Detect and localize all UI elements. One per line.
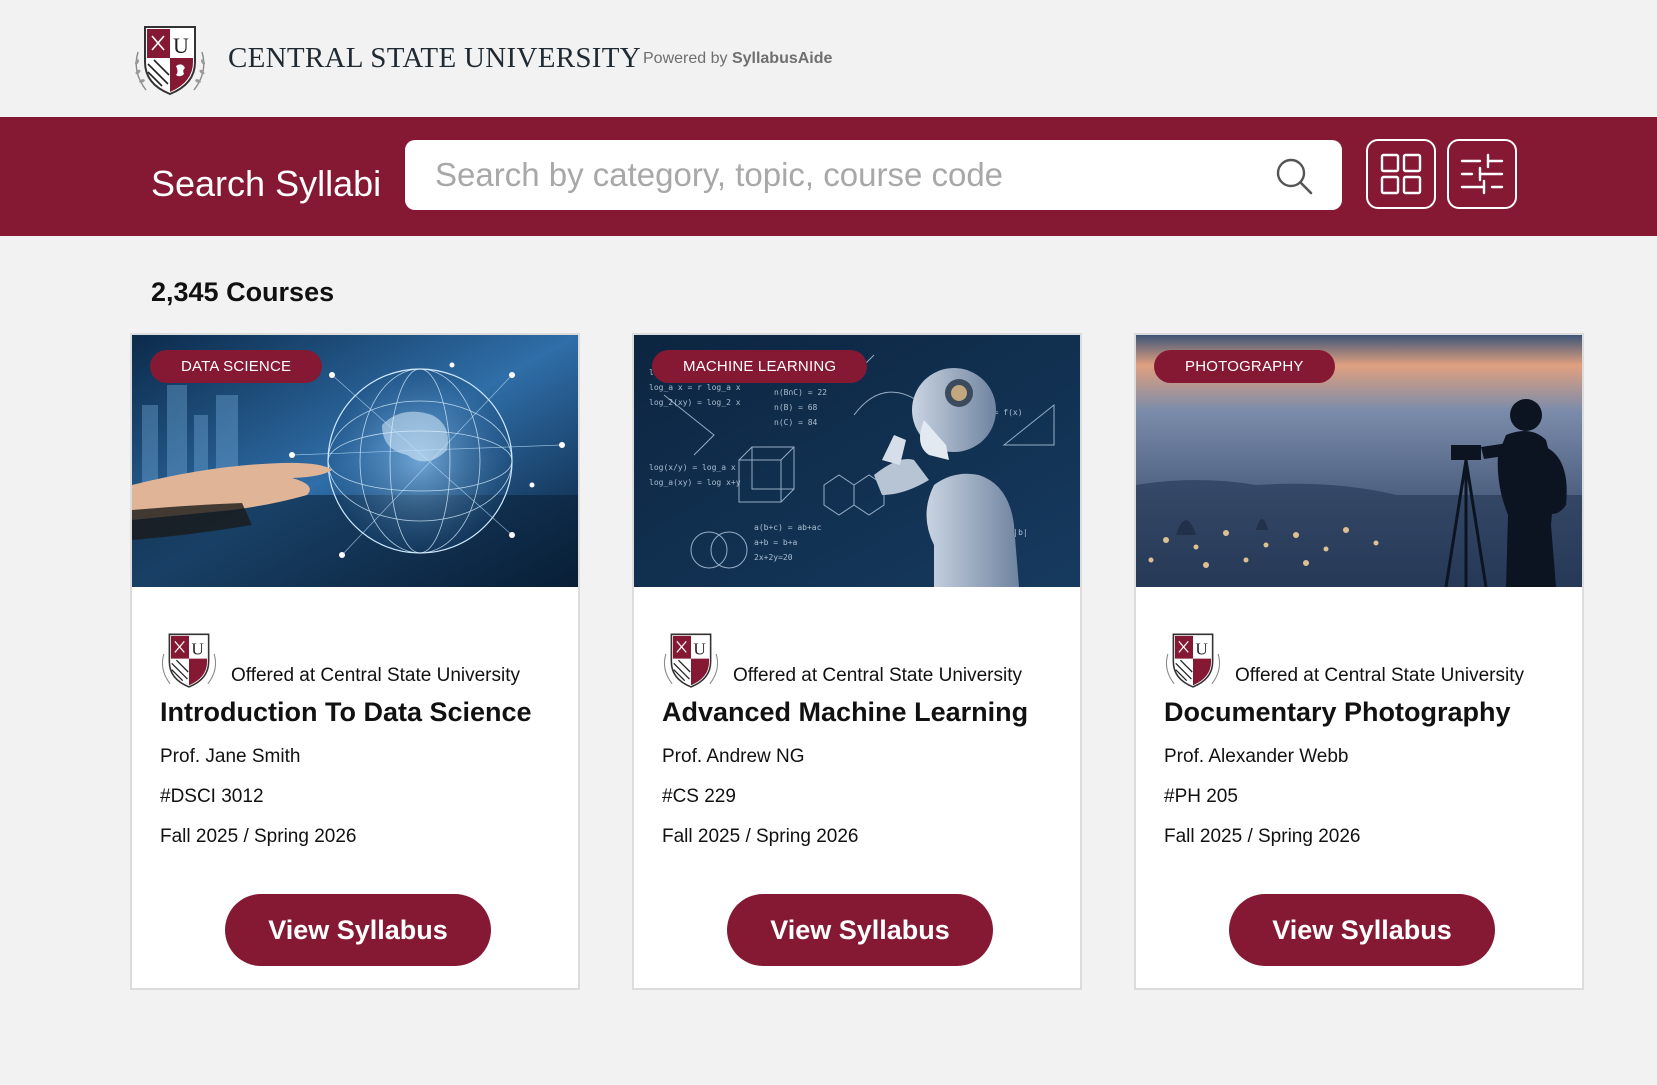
svg-text:2x+2y=20: 2x+2y=20 [754, 553, 793, 562]
powered-by-label: Powered by SyllabusAide [643, 50, 832, 68]
course-code: #PH 205 [1164, 786, 1238, 807]
professor-name: Prof. Alexander Webb [1164, 746, 1349, 767]
view-syllabus-button[interactable]: View Syllabus [1229, 894, 1495, 966]
search-input[interactable] [435, 140, 1255, 210]
search-title: Search Syllabi [151, 163, 382, 204]
university-crest-icon: U [663, 633, 719, 688]
course-term: Fall 2025 / Spring 2026 [1164, 826, 1361, 847]
svg-text:a(b+c) = ab+ac: a(b+c) = ab+ac [754, 523, 822, 532]
site-header: U CENTRAL STATE UNIVERSITY Powered by Sy… [0, 0, 1657, 117]
svg-text:log_2(xy) = log_2 x: log_2(xy) = log_2 x [649, 398, 741, 407]
course-code: #CS 229 [662, 786, 736, 807]
university-name: CENTRAL STATE UNIVERSITY [228, 42, 642, 74]
course-image-machine-learning[interactable]: log_b x = log xlog_a x = r log_a xlog_2(… [634, 335, 1080, 587]
course-title[interactable]: Advanced Machine Learning [662, 697, 1028, 728]
university-crest-icon: U [1165, 633, 1221, 688]
svg-text:n(B) = 68: n(B) = 68 [774, 403, 818, 412]
university-crest-logo[interactable]: U [128, 22, 212, 100]
filters-button[interactable] [1447, 139, 1517, 209]
svg-text:log_a x = r log_a x: log_a x = r log_a x [649, 383, 741, 392]
svg-text:n(B∩C) = 22: n(B∩C) = 22 [774, 388, 827, 397]
search-band: Search Syllabi [0, 117, 1657, 236]
svg-text:n(C) = 84: n(C) = 84 [774, 418, 818, 427]
category-badge: MACHINE LEARNING [652, 350, 868, 383]
powered-brand: SyllabusAide [731, 50, 833, 67]
course-title[interactable]: Introduction To Data Science [160, 697, 532, 728]
course-count: 2,345 Courses [151, 277, 335, 307]
svg-text:U: U [1195, 640, 1208, 659]
svg-text:log(x/y) = log_a x: log(x/y) = log_a x [649, 463, 736, 472]
professor-name: Prof. Jane Smith [160, 746, 301, 767]
offered-at-label: Offered at Central State University [231, 665, 520, 686]
course-card: PHOTOGRAPHY U Offered at Central State U… [1134, 333, 1584, 990]
offered-at-label: Offered at Central State University [1235, 665, 1524, 686]
svg-text:U: U [693, 640, 706, 659]
course-term: Fall 2025 / Spring 2026 [160, 826, 357, 847]
course-code: #DSCI 3012 [160, 786, 264, 807]
sliders-icon [1460, 153, 1504, 195]
university-crest-icon: U [161, 633, 217, 688]
course-title[interactable]: Documentary Photography [1164, 697, 1511, 728]
offered-at-label: Offered at Central State University [733, 665, 1022, 686]
view-syllabus-button[interactable]: View Syllabus [727, 894, 993, 966]
powered-prefix: Powered by [643, 50, 732, 67]
svg-text:U: U [173, 33, 189, 58]
course-image-data-science[interactable]: DATA SCIENCE [132, 335, 578, 587]
search-box[interactable] [405, 140, 1342, 210]
course-term: Fall 2025 / Spring 2026 [662, 826, 859, 847]
course-image-photography[interactable]: PHOTOGRAPHY [1136, 335, 1582, 587]
professor-name: Prof. Andrew NG [662, 746, 805, 767]
grid-view-button[interactable] [1366, 139, 1436, 209]
svg-text:a+b = b+a: a+b = b+a [754, 538, 798, 547]
grid-view-icon [1380, 153, 1422, 195]
course-card: DATA SCIENCE U Offered at Central State … [130, 333, 580, 990]
category-badge: PHOTOGRAPHY [1154, 350, 1335, 383]
svg-text:log_a(xy) = log x+y: log_a(xy) = log x+y [649, 478, 741, 487]
course-card: log_b x = log xlog_a x = r log_a xlog_2(… [632, 333, 1082, 990]
svg-text:U: U [191, 640, 204, 659]
search-icon[interactable] [1274, 156, 1314, 196]
category-badge: DATA SCIENCE [150, 350, 323, 383]
view-syllabus-button[interactable]: View Syllabus [225, 894, 491, 966]
